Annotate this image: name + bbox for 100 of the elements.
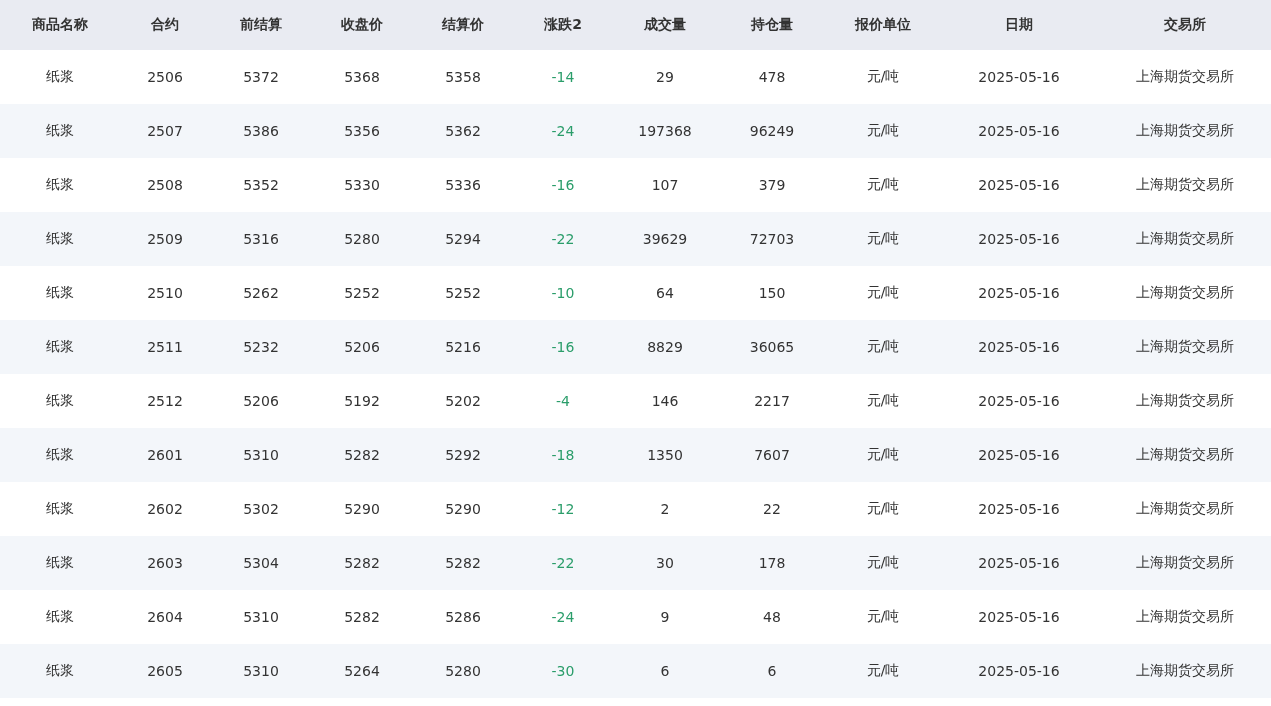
table-cell: 2511 <box>120 320 210 374</box>
table-cell: 5294 <box>412 212 514 266</box>
table-cell: 5290 <box>412 482 514 536</box>
table-cell: 5232 <box>210 320 312 374</box>
table-cell: 元/吨 <box>826 320 940 374</box>
table-cell: 元/吨 <box>826 644 940 698</box>
table-cell: 5264 <box>312 644 412 698</box>
table-cell: 5282 <box>312 428 412 482</box>
table-cell: 2509 <box>120 212 210 266</box>
table-cell: 2025-05-16 <box>940 266 1098 320</box>
table-cell: 元/吨 <box>826 266 940 320</box>
table-cell: 2025-05-16 <box>940 482 1098 536</box>
table-cell: 2507 <box>120 104 210 158</box>
column-header: 商品名称 <box>0 0 120 50</box>
table-cell: 9 <box>612 590 718 644</box>
table-cell: 2602 <box>120 482 210 536</box>
column-header: 报价单位 <box>826 0 940 50</box>
table-cell: 2217 <box>718 374 826 428</box>
table-cell: 5368 <box>312 50 412 104</box>
change-cell: -12 <box>514 482 612 536</box>
table-cell: 150 <box>718 266 826 320</box>
table-cell: 2512 <box>120 374 210 428</box>
table-cell: 107 <box>612 158 718 212</box>
table-cell: 纸浆 <box>0 536 120 590</box>
table-cell: 36065 <box>718 320 826 374</box>
table-cell: 纸浆 <box>0 320 120 374</box>
table-cell: 2604 <box>120 590 210 644</box>
change-cell: -24 <box>514 104 612 158</box>
table-cell: 5292 <box>412 428 514 482</box>
change-cell: -22 <box>514 536 612 590</box>
table-cell: 纸浆 <box>0 644 120 698</box>
change-cell: -24 <box>514 590 612 644</box>
table-cell: 5310 <box>210 644 312 698</box>
column-header: 成交量 <box>612 0 718 50</box>
table-cell: 7607 <box>718 428 826 482</box>
table-cell: 元/吨 <box>826 536 940 590</box>
table-cell: 5252 <box>312 266 412 320</box>
table-cell: 纸浆 <box>0 50 120 104</box>
table-cell: 2510 <box>120 266 210 320</box>
table-cell: 146 <box>612 374 718 428</box>
table-cell: 5280 <box>412 644 514 698</box>
table-cell: 5356 <box>312 104 412 158</box>
table-cell: 2025-05-16 <box>940 428 1098 482</box>
table-cell: 元/吨 <box>826 428 940 482</box>
table-cell: 2025-05-16 <box>940 590 1098 644</box>
table-cell: 上海期货交易所 <box>1098 374 1271 428</box>
table-cell: 上海期货交易所 <box>1098 266 1271 320</box>
table-cell: 5192 <box>312 374 412 428</box>
table-cell: 478 <box>718 50 826 104</box>
table-cell: 纸浆 <box>0 428 120 482</box>
table-cell: 379 <box>718 158 826 212</box>
table-cell: 96249 <box>718 104 826 158</box>
table-cell: 5262 <box>210 266 312 320</box>
column-header: 涨跌2 <box>514 0 612 50</box>
table-cell: 上海期货交易所 <box>1098 482 1271 536</box>
change-cell: -16 <box>514 320 612 374</box>
table-cell: 178 <box>718 536 826 590</box>
table-cell: 2025-05-16 <box>940 104 1098 158</box>
table-cell: 纸浆 <box>0 374 120 428</box>
table-cell: 2025-05-16 <box>940 158 1098 212</box>
table-cell: 64 <box>612 266 718 320</box>
table-cell: 39629 <box>612 212 718 266</box>
table-cell: 29 <box>612 50 718 104</box>
table-cell: 纸浆 <box>0 590 120 644</box>
table-cell: 5282 <box>412 536 514 590</box>
table-cell: 上海期货交易所 <box>1098 644 1271 698</box>
column-header: 收盘价 <box>312 0 412 50</box>
change-cell: -30 <box>514 644 612 698</box>
table-cell: 5330 <box>312 158 412 212</box>
table-cell: 5304 <box>210 536 312 590</box>
table-cell: 2025-05-16 <box>940 644 1098 698</box>
table-cell: 5280 <box>312 212 412 266</box>
table-cell: 5202 <box>412 374 514 428</box>
change-cell: -14 <box>514 50 612 104</box>
table-cell: 纸浆 <box>0 158 120 212</box>
table-cell: 30 <box>612 536 718 590</box>
table-cell: 8829 <box>612 320 718 374</box>
change-cell: -18 <box>514 428 612 482</box>
table-cell: 2025-05-16 <box>940 320 1098 374</box>
table-cell: 纸浆 <box>0 104 120 158</box>
table-cell: 元/吨 <box>826 482 940 536</box>
table-cell: 元/吨 <box>826 374 940 428</box>
column-header: 结算价 <box>412 0 514 50</box>
table-cell: 元/吨 <box>826 212 940 266</box>
table-cell: 2025-05-16 <box>940 374 1098 428</box>
table-cell: 2605 <box>120 644 210 698</box>
table-cell: 5310 <box>210 590 312 644</box>
table-cell: 5310 <box>210 428 312 482</box>
table-cell: 5290 <box>312 482 412 536</box>
table-cell: 纸浆 <box>0 212 120 266</box>
table-cell: 上海期货交易所 <box>1098 104 1271 158</box>
table-cell: 元/吨 <box>826 590 940 644</box>
table-cell: 1350 <box>612 428 718 482</box>
table-cell: 上海期货交易所 <box>1098 212 1271 266</box>
table-cell: 上海期货交易所 <box>1098 50 1271 104</box>
change-cell: -22 <box>514 212 612 266</box>
table-cell: 5216 <box>412 320 514 374</box>
table-cell: 5282 <box>312 590 412 644</box>
table-cell: 上海期货交易所 <box>1098 158 1271 212</box>
table-cell: 5282 <box>312 536 412 590</box>
